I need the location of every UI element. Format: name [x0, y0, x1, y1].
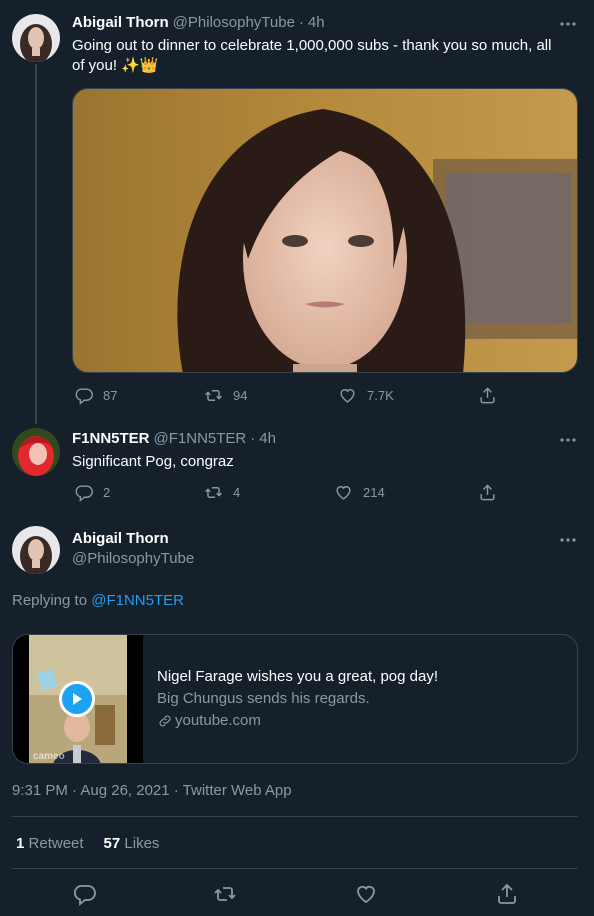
replying-to-link[interactable]: @F1NN5TER: [91, 592, 184, 609]
author-name[interactable]: Abigail Thorn: [72, 14, 169, 31]
tweet-timestamp[interactable]: 9:31 PM · Aug 26, 2021 · Twitter Web App: [12, 782, 292, 799]
cameo-watermark: cameo: [33, 751, 65, 762]
link-card[interactable]: cameo Nigel Farage wishes you a great, p…: [12, 634, 578, 764]
reply-count: 2: [103, 485, 111, 500]
card-description: Big Chungus sends his regards.: [157, 690, 370, 707]
card-domain: youtube.com: [157, 711, 438, 731]
tweet-photo[interactable]: [72, 88, 578, 373]
tweet-text-line1: Going out to dinner to celebrate 1,000,0…: [72, 37, 552, 54]
heart-icon: [340, 389, 355, 403]
card-thumbnail: cameo: [13, 635, 143, 763]
share-button[interactable]: [478, 483, 497, 502]
like-count: 214: [363, 485, 385, 500]
link-icon: [159, 715, 171, 727]
card-title: Nigel Farage wishes you a great, pog day…: [157, 668, 438, 685]
avatar[interactable]: [12, 428, 60, 476]
retweet-icon: [205, 390, 222, 401]
like-button[interactable]: [354, 882, 378, 906]
reply-icon: [74, 885, 96, 906]
engagement-stats: 1 Retweet 57 Likes: [16, 835, 159, 852]
share-icon: [498, 883, 516, 904]
likes-stat[interactable]: 57 Likes: [104, 835, 160, 852]
share-button[interactable]: [478, 386, 497, 405]
retweets-stat[interactable]: 1 Retweet: [16, 835, 84, 852]
author-name[interactable]: F1NN5TER: [72, 430, 150, 447]
reply-count: 87: [103, 388, 118, 403]
likes-count: 57: [103, 835, 121, 852]
reply-icon: [75, 485, 93, 502]
card-body: Nigel Farage wishes you a great, pog day…: [143, 635, 452, 763]
tweet-text-line2: of you! ✨👑: [72, 57, 159, 74]
play-icon[interactable]: [59, 681, 95, 717]
tweet-text: Going out to dinner to celebrate 1,000,0…: [72, 36, 582, 76]
separator-dot: ·: [250, 430, 256, 447]
heart-icon: [336, 486, 351, 500]
retweet-button[interactable]: 94: [204, 386, 247, 405]
retweets-label: Retweet: [28, 835, 84, 852]
retweet-icon: [214, 887, 236, 901]
author-handle[interactable]: @PhilosophyTube: [173, 14, 295, 31]
like-count: 7.7K: [367, 388, 394, 403]
author-handle[interactable]: @F1NN5TER: [154, 430, 247, 447]
more-icon[interactable]: [558, 430, 578, 450]
reply-button[interactable]: 2: [74, 483, 110, 502]
divider: [12, 816, 578, 817]
share-icon: [480, 484, 495, 501]
retweet-button[interactable]: [213, 882, 237, 906]
separator-dot: ·: [298, 14, 304, 31]
likes-label: Likes: [124, 835, 160, 852]
like-button[interactable]: 214: [334, 483, 385, 502]
reply-icon: [75, 388, 93, 405]
replying-prefix: Replying to: [12, 592, 88, 609]
more-icon[interactable]: [558, 14, 578, 34]
author-handle[interactable]: @PhilosophyTube: [72, 550, 194, 567]
like-button[interactable]: 7.7K: [338, 386, 394, 405]
share-icon: [480, 387, 495, 404]
tweet-time[interactable]: 4h: [308, 14, 325, 31]
heart-icon: [357, 885, 375, 904]
replying-to: Replying to @F1NN5TER: [12, 592, 184, 609]
avatar[interactable]: [12, 526, 60, 574]
tweet-time[interactable]: 4h: [259, 430, 276, 447]
share-button[interactable]: [495, 882, 519, 906]
retweet-count: 4: [233, 485, 241, 500]
reply-button[interactable]: 87: [74, 386, 117, 405]
card-domain-text: youtube.com: [175, 712, 261, 729]
author-name[interactable]: Abigail Thorn: [72, 530, 169, 547]
more-icon[interactable]: [558, 530, 578, 550]
thread-line: [35, 64, 37, 424]
retweet-button[interactable]: 4: [204, 483, 240, 502]
retweet-count: 94: [233, 388, 248, 403]
retweets-count: 1: [16, 835, 25, 852]
divider: [12, 868, 578, 869]
tweet-text: Significant Pog, congraz: [72, 453, 234, 470]
avatar[interactable]: [12, 14, 60, 62]
retweet-icon: [205, 487, 222, 498]
reply-button[interactable]: [72, 882, 96, 906]
